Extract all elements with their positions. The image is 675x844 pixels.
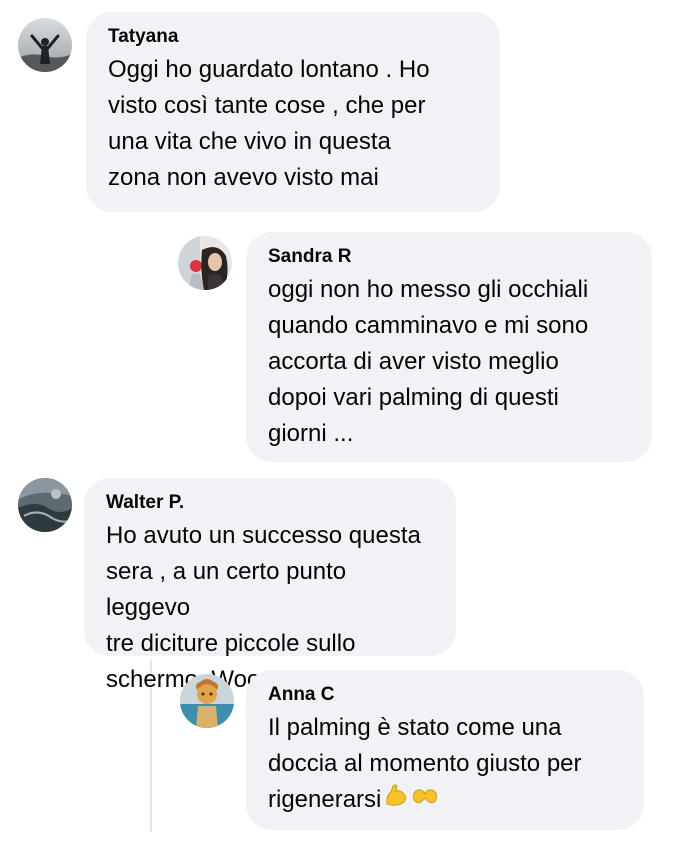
comment-bubble: Sandra R oggi non ho messo gli occhiali … <box>246 232 652 462</box>
comment-bubble: Anna C Il palming è stato come una docci… <box>246 670 644 830</box>
comment-bubble: Walter P. Ho avuto un successo questa se… <box>84 478 456 693</box>
comment-author[interactable]: Tatyana <box>108 26 478 48</box>
flexed-biceps-icon <box>383 782 409 819</box>
avatar[interactable] <box>180 674 234 728</box>
avatar[interactable] <box>18 478 72 532</box>
comment-author[interactable]: Sandra R <box>268 246 630 268</box>
comment-text: oggi non ho messo gli occhiali quando ca… <box>268 276 589 447</box>
comment-text: Oggi ho guardato lontano . Ho visto così… <box>108 56 430 191</box>
profile-photo-icon <box>18 18 72 72</box>
heart-hands-icon <box>411 783 439 819</box>
comment-bubble: Tatyana Oggi ho guardato lontano . Ho vi… <box>86 12 500 212</box>
comment-author[interactable]: Walter P. <box>106 492 434 514</box>
profile-photo-icon <box>18 478 72 532</box>
comment-author[interactable]: Anna C <box>268 684 622 706</box>
comment-text: Il palming è stato come una doccia al mo… <box>268 710 622 819</box>
avatar[interactable] <box>178 236 232 290</box>
profile-photo-icon <box>180 674 234 728</box>
profile-photo-icon <box>178 236 232 290</box>
comment-thread: Tatyana Oggi ho guardato lontano . Ho vi… <box>0 0 675 844</box>
avatar[interactable] <box>18 18 72 72</box>
